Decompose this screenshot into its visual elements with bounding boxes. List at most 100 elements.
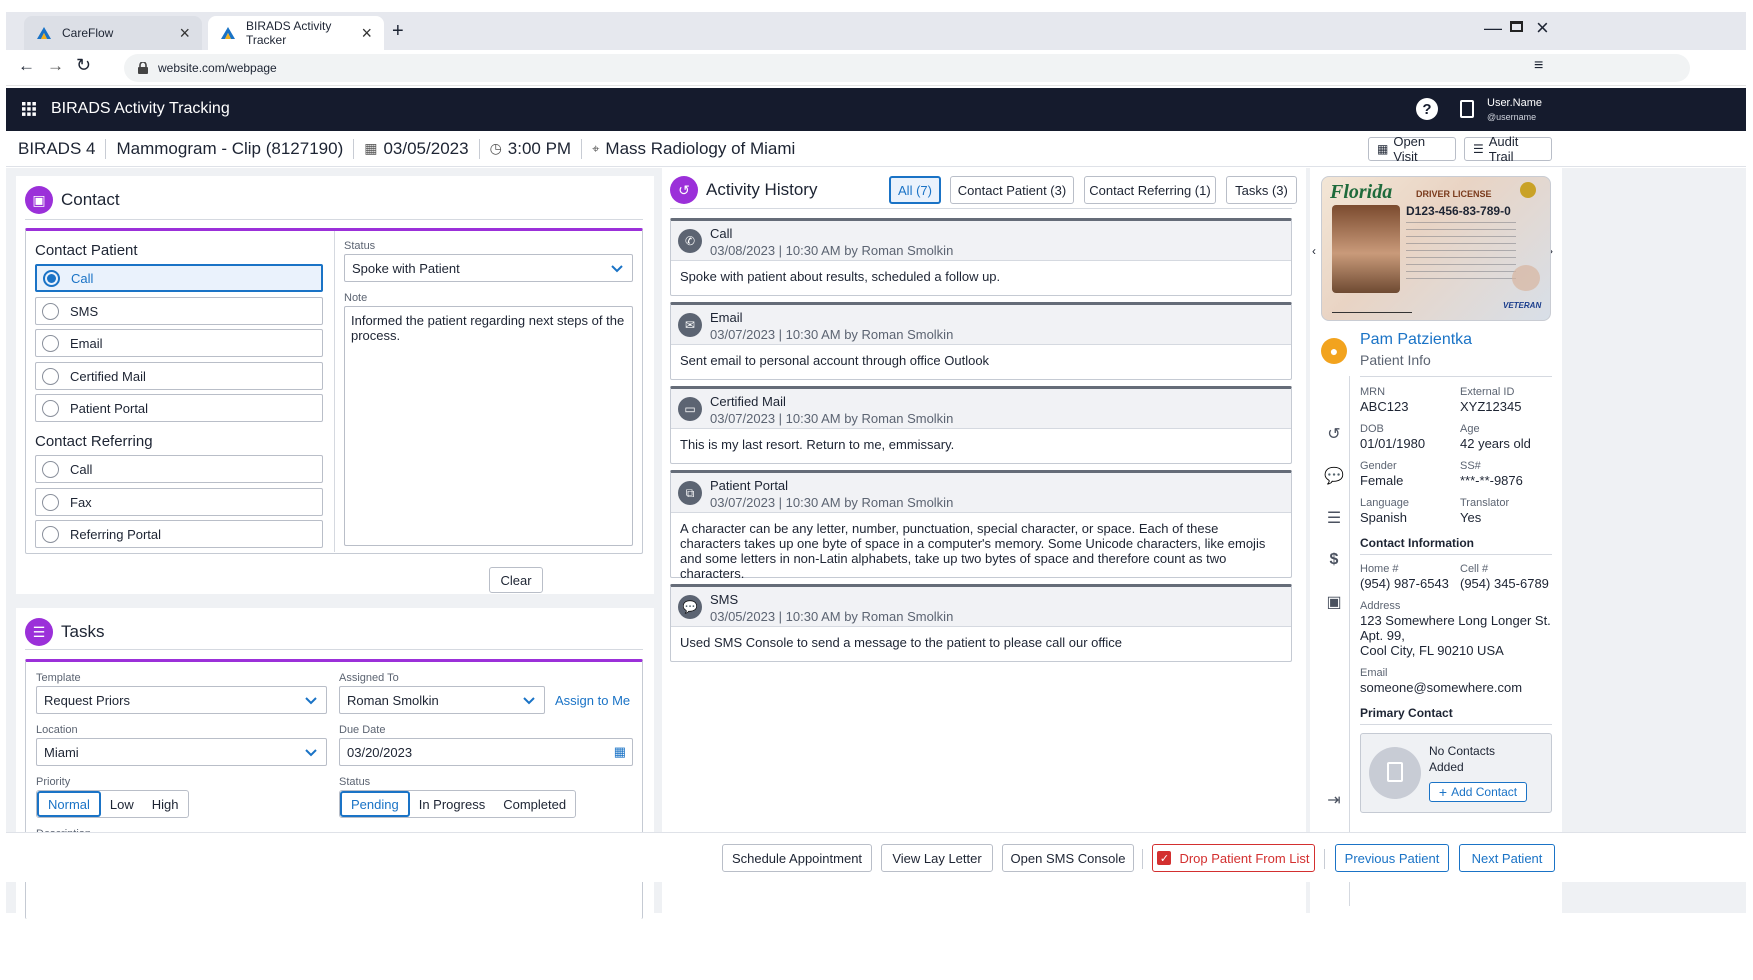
priority-normal[interactable]: Normal: [37, 791, 101, 817]
open-sms-console-button[interactable]: Open SMS Console: [1002, 844, 1134, 872]
contact-patient-email-option[interactable]: Email: [35, 329, 323, 357]
activity-item[interactable]: ▭ Certified Mail 03/07/2023 | 10:30 AM by …: [670, 386, 1292, 464]
activity-body: This is my last resort. Return to me, em…: [680, 437, 955, 452]
tasks-title: Tasks: [61, 622, 105, 641]
close-icon[interactable]: ×: [179, 23, 190, 44]
external-id-label: External ID: [1460, 386, 1515, 398]
filter-contact-referring-tab[interactable]: Contact Referring (1): [1084, 176, 1216, 204]
forward-icon[interactable]: →: [47, 56, 64, 76]
patient-name[interactable]: Pam Patzientka: [1360, 331, 1472, 349]
language-value: Spanish: [1360, 510, 1407, 525]
email-value: someone@somewhere.com: [1360, 680, 1523, 695]
reload-icon[interactable]: ↻: [76, 55, 91, 76]
plus-icon: +: [1438, 784, 1448, 800]
activity-item[interactable]: ⧉ Patient Portal 03/07/2023 | 10:30 AM by …: [670, 470, 1292, 581]
address-line-3: Cool City, FL 90210 USA: [1360, 643, 1504, 658]
close-icon[interactable]: ×: [361, 23, 372, 44]
drop-patient-button[interactable]: ✓ Drop Patient From List: [1152, 844, 1315, 872]
contact-patient-call-option[interactable]: Call: [35, 264, 323, 292]
task-status-toggle: Pending In Progress Completed: [339, 790, 577, 818]
driver-license-image[interactable]: Florida DRIVER LICENSE D123-456-83-789-0…: [1321, 176, 1551, 321]
open-visit-button[interactable]: ▦ Open Visit: [1368, 134, 1456, 164]
contact-referring-call-option[interactable]: Call: [35, 455, 323, 483]
menu-icon[interactable]: ≡: [1534, 57, 1543, 75]
cell-phone-value: (954) 345-6789: [1460, 576, 1549, 591]
age-value: 42 years old: [1460, 436, 1531, 451]
activity-item[interactable]: ✆ Call 03/08/2023 | 10:30 AM by Roman Smol…: [670, 218, 1292, 296]
contact-patient-certified-mail-option[interactable]: Certified Mail: [35, 362, 323, 390]
birads-logo-icon: [221, 27, 235, 39]
activity-title: Activity History: [706, 180, 818, 199]
help-icon[interactable]: ?: [1416, 98, 1438, 120]
signature: [1332, 299, 1412, 313]
maximize-icon[interactable]: [1510, 21, 1523, 32]
assign-to-me-link[interactable]: Assign to Me: [555, 693, 630, 708]
chevron-left-icon[interactable]: ‹: [1312, 244, 1316, 258]
activity-body: A character can be any letter, number, p…: [680, 521, 1266, 581]
checklist-icon[interactable]: ☰: [1324, 508, 1344, 528]
previous-patient-button[interactable]: Previous Patient: [1335, 844, 1449, 872]
user-name[interactable]: User.Name: [1487, 97, 1542, 109]
priority-low[interactable]: Low: [101, 791, 143, 817]
license-photo: [1332, 205, 1400, 293]
activity-item[interactable]: ✉ Email 03/07/2023 | 10:30 AM by Roman Smo…: [670, 302, 1292, 380]
task-status-label: Status: [339, 776, 371, 788]
due-date-input[interactable]: 03/20/2023 ▦: [339, 738, 633, 766]
status-completed[interactable]: Completed: [494, 791, 575, 817]
calendar-icon[interactable]: ▦: [614, 744, 626, 760]
chevron-down-icon: [305, 697, 317, 705]
view-lay-letter-button[interactable]: View Lay Letter: [881, 844, 993, 872]
option-label: Referring Portal: [70, 526, 162, 542]
note-textarea[interactable]: Informed the patient regarding next step…: [344, 306, 633, 546]
audit-trail-button[interactable]: ☰ Audit Trail: [1464, 134, 1552, 164]
template-select[interactable]: Request Priors: [36, 686, 327, 714]
email-icon: ✉: [678, 313, 702, 337]
activity-title: Call: [710, 226, 733, 241]
clear-button[interactable]: Clear: [489, 567, 543, 593]
filter-tasks-tab[interactable]: Tasks (3): [1226, 176, 1297, 204]
home-phone-value: (954) 987-6543: [1360, 576, 1449, 591]
filter-all-tab[interactable]: All (7): [889, 176, 941, 204]
minimize-icon[interactable]: —: [1484, 18, 1502, 39]
assigned-to-select[interactable]: Roman Smolkin: [339, 686, 545, 714]
contact-card-icon[interactable]: ▣: [1324, 592, 1344, 612]
contact-referring-portal-option[interactable]: Referring Portal: [35, 520, 323, 548]
history-icon[interactable]: ↺: [1324, 424, 1344, 444]
checkbox-checked-icon: ✓: [1157, 851, 1172, 865]
status-in-progress[interactable]: In Progress: [410, 791, 494, 817]
status-pending[interactable]: Pending: [340, 791, 410, 817]
browser-tab-strip: CareFlow × BIRADS Activity Tracker × + —…: [6, 12, 1746, 50]
cell-phone-label: Cell #: [1460, 563, 1489, 575]
sms-icon: 💬: [678, 595, 702, 619]
back-icon[interactable]: ←: [18, 56, 35, 76]
radio-icon: [42, 367, 59, 385]
open-visit-label: Open Visit: [1393, 134, 1426, 164]
contact-patient-sms-option[interactable]: SMS: [35, 297, 323, 325]
dollar-icon[interactable]: $: [1324, 550, 1344, 570]
radio-icon: [43, 269, 60, 287]
chevron-down-icon: [523, 697, 535, 705]
next-patient-button[interactable]: Next Patient: [1459, 844, 1555, 872]
priority-high[interactable]: High: [143, 791, 188, 817]
add-contact-button[interactable]: + Add Contact: [1429, 782, 1527, 802]
browser-tab-careflow[interactable]: CareFlow ×: [24, 16, 202, 50]
collapse-panel-icon[interactable]: ⇥: [1324, 790, 1344, 810]
radio-icon: [42, 460, 59, 478]
schedule-appointment-button[interactable]: Schedule Appointment: [722, 844, 872, 872]
browser-tab-birads[interactable]: BIRADS Activity Tracker ×: [208, 16, 384, 50]
contact-status-select[interactable]: Spoke with Patient: [344, 254, 633, 282]
contact-patient-portal-option[interactable]: Patient Portal: [35, 394, 323, 422]
location-select[interactable]: Miami: [36, 738, 327, 766]
address-bar[interactable]: website.com/webpage: [124, 54, 1690, 82]
priority-label: Priority: [36, 776, 71, 788]
new-tab-icon[interactable]: +: [392, 20, 404, 43]
filter-contact-patient-tab[interactable]: Contact Patient (3): [950, 176, 1074, 204]
activity-item[interactable]: 💬 SMS 03/05/2023 | 10:30 AM by Roman Smolk…: [670, 584, 1292, 662]
contact-referring-fax-option[interactable]: Fax: [35, 488, 323, 516]
close-window-icon[interactable]: ×: [1536, 15, 1549, 41]
radio-icon: [42, 302, 59, 320]
apps-grid-icon[interactable]: [22, 102, 36, 116]
veteran-label: VETERAN: [1503, 301, 1542, 310]
chat-icon[interactable]: 💬: [1324, 466, 1344, 486]
external-id-value: XYZ12345: [1460, 399, 1522, 414]
